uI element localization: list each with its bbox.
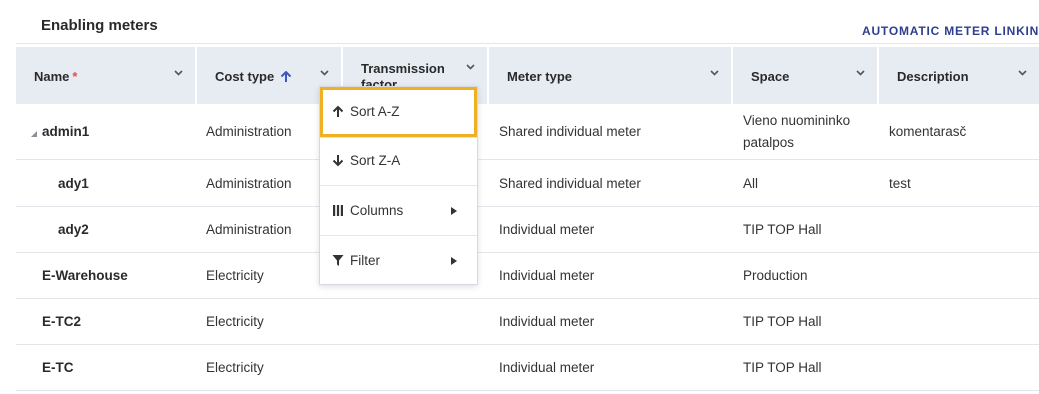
column-header-meter-type[interactable]: Meter type — [489, 47, 731, 104]
menu-item-label: Sort A-Z — [350, 104, 400, 119]
menu-item-sort-z-a[interactable]: Sort Z-A — [320, 136, 477, 186]
section-title: Enabling meters — [41, 17, 158, 34]
submenu-arrow-icon — [451, 257, 457, 265]
menu-item-sort-a-z[interactable]: Sort A-Z — [320, 87, 477, 137]
cell-name: E-TC — [42, 360, 74, 375]
cell-cost-type: Electricity — [206, 268, 264, 283]
cell-cost-type: Administration — [206, 124, 292, 139]
cell-meter-type: Individual meter — [499, 268, 595, 283]
cell-cost-type: Electricity — [206, 314, 264, 329]
chevron-down-icon[interactable] — [709, 67, 720, 78]
table-row[interactable]: admin1 Administration Shared individual … — [16, 104, 1039, 160]
cell-name: E-Warehouse — [42, 268, 128, 283]
menu-item-label: Sort Z-A — [350, 153, 401, 168]
cell-description: test — [889, 176, 911, 191]
expand-triangle-icon[interactable] — [31, 131, 37, 137]
table-header: Name * Cost type Transmission factor Mete… — [16, 47, 1039, 104]
cell-space: Vieno nuomininko patalpos — [743, 113, 851, 150]
cell-meter-type: Individual meter — [499, 222, 595, 237]
table-row[interactable]: E-TC2 Electricity Individual meter TIP T… — [16, 299, 1039, 345]
cell-name: admin1 — [42, 124, 90, 139]
table-row[interactable]: ady2 Administration Individual meter TIP… — [16, 207, 1039, 253]
title-divider — [16, 43, 1039, 44]
cell-cost-type: Administration — [206, 176, 292, 191]
cell-meter-type: Individual meter — [499, 314, 595, 329]
required-mark: * — [72, 69, 78, 84]
arrow-down-icon — [332, 155, 344, 167]
menu-item-label: Filter — [350, 253, 380, 268]
cell-name: E-TC2 — [42, 314, 82, 329]
cell-meter-type: Shared individual meter — [499, 124, 641, 139]
menu-item-label: Columns — [350, 203, 404, 218]
chevron-down-icon[interactable] — [855, 67, 866, 78]
cell-description: komentarasč — [889, 124, 967, 139]
column-header-name[interactable]: Name * — [16, 47, 195, 104]
table-row[interactable]: E-TC Electricity Individual meter TIP TO… — [16, 345, 1039, 391]
chevron-down-icon[interactable] — [1017, 67, 1028, 78]
column-label: Cost type — [215, 69, 275, 84]
automatic-meter-linking-link[interactable]: AUTOMATIC METER LINKIN — [862, 24, 1039, 38]
sort-ascending-icon — [281, 71, 292, 82]
cell-meter-type: Individual meter — [499, 360, 595, 375]
cell-name: ady1 — [58, 176, 89, 191]
table-row[interactable]: ady1 Administration Shared individual me… — [16, 160, 1039, 207]
menu-item-filter[interactable]: Filter — [320, 236, 477, 286]
cell-name: ady2 — [58, 222, 89, 237]
cell-space: Production — [743, 268, 808, 283]
chevron-down-icon[interactable] — [465, 61, 476, 72]
cell-space: TIP TOP Hall — [743, 360, 822, 375]
chevron-down-icon[interactable] — [173, 67, 184, 78]
columns-icon — [333, 205, 343, 216]
column-label: Name — [34, 69, 70, 84]
menu-item-columns[interactable]: Columns — [320, 186, 477, 236]
column-header-space[interactable]: Space — [733, 47, 877, 104]
column-label: Space — [751, 69, 790, 84]
chevron-down-icon[interactable] — [319, 67, 330, 78]
column-label: Description — [897, 69, 969, 84]
cell-cost-type: Electricity — [206, 360, 264, 375]
column-header-description[interactable]: Description — [879, 47, 1039, 104]
cell-space: TIP TOP Hall — [743, 222, 822, 237]
table-row[interactable]: E-Warehouse Electricity Individual meter… — [16, 253, 1039, 299]
cell-space: TIP TOP Hall — [743, 314, 822, 329]
cell-meter-type: Shared individual meter — [499, 176, 641, 191]
filter-icon — [332, 255, 344, 266]
cell-cost-type: Administration — [206, 222, 292, 237]
column-label: Meter type — [507, 69, 573, 84]
column-menu: Sort A-Z Sort Z-A Columns Filter — [319, 86, 478, 285]
submenu-arrow-icon — [451, 207, 457, 215]
cell-space: All — [743, 176, 759, 191]
arrow-up-icon — [332, 105, 344, 117]
